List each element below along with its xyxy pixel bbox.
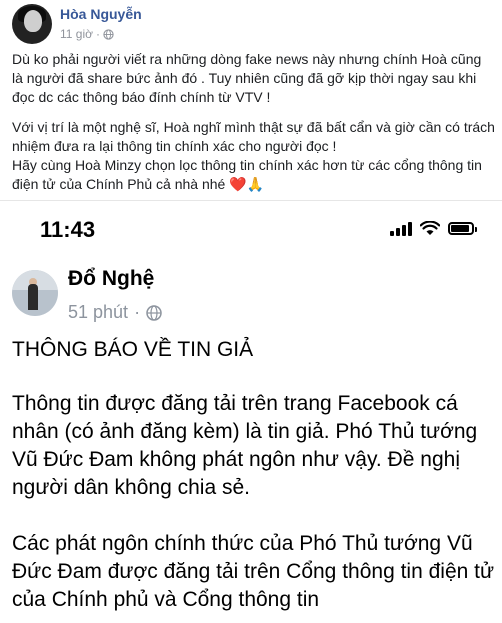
meta-separator: · [96,27,100,41]
post-text: Dù ko phải người viết ra những dòng fake… [12,50,496,194]
post-header: Hòa Nguyễn 11 giờ · [0,0,502,46]
notice-heading: THÔNG BÁO VỀ TIN GIẢ [12,338,254,361]
post-meta: 11 giờ · [60,27,114,41]
post-paragraph: Với vị trí là một nghệ sĩ, Hoà nghĩ mình… [12,118,496,194]
screenshot-body: THÔNG BÁO VỀ TIN GIẢ Thông tin được đăng… [12,336,502,614]
post-paragraph: Dù ko phải người viết ra những dòng fake… [12,51,482,105]
heart-emoji: ❤️ [229,176,247,192]
notice-paragraph: Thông tin được đăng tải trên trang Faceb… [12,392,478,499]
battery-icon [448,222,477,235]
wifi-icon [420,221,440,235]
status-time: 11:43 [40,217,96,242]
globe-icon[interactable] [103,28,114,40]
globe-icon [146,304,162,321]
author-avatar [12,270,58,316]
status-icons [390,221,477,236]
notice-paragraph: Các phát ngôn chính thức của Phó Thủ tướ… [12,532,495,611]
avatar-face [24,10,42,32]
author-name: Đổ Nghệ [68,267,155,290]
author-name[interactable]: Hòa Nguyễn [60,6,142,22]
shared-screenshot[interactable]: 11:43 Đổ Nghệ 51 phút · THÔNG BÁO VỀ TIN… [0,201,502,623]
author-avatar[interactable] [12,4,52,44]
post-time[interactable]: 11 giờ [60,27,93,41]
post-meta: 51 phút · [68,302,162,323]
pray-emoji: 🙏 [246,176,265,192]
post-line: Với vị trí là một nghệ sĩ, Hoà nghĩ mình… [12,119,495,154]
meta-separator: · [134,302,141,322]
signal-icon [390,221,412,236]
post-time: 51 phút [68,302,129,322]
